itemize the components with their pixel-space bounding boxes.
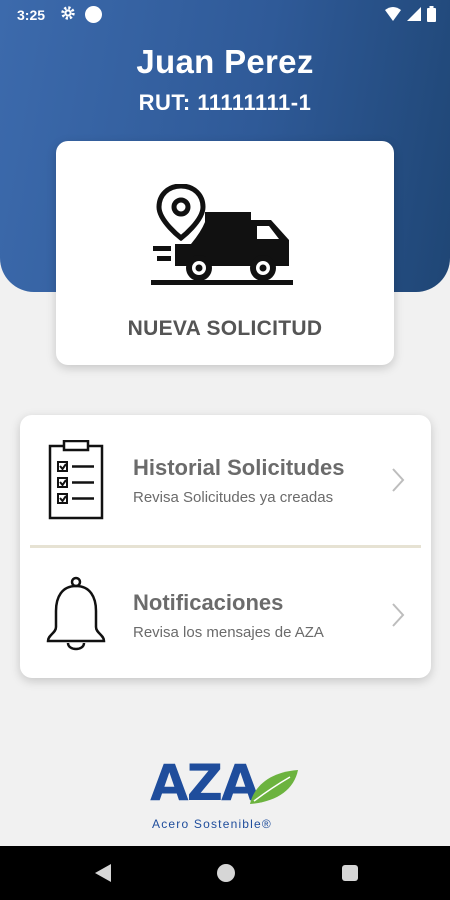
wifi-icon <box>385 7 401 24</box>
logo-tagline: Acero Sostenible® <box>152 817 272 831</box>
chevron-right-icon <box>392 603 405 627</box>
settings-gear-icon <box>60 5 76 24</box>
clipboard-checklist-icon <box>48 440 104 520</box>
status-bar: 3:25 <box>0 0 450 30</box>
user-name: Juan Perez <box>136 43 314 80</box>
aza-logo: AZA Acero Sostenible® <box>150 754 302 834</box>
menu-item-notifications-title: Notificaciones <box>133 590 284 615</box>
signal-icon <box>407 7 421 24</box>
status-time: 3:25 <box>17 7 46 23</box>
new-request-label: NUEVA SOLICITUD <box>127 317 323 340</box>
system-indicators <box>385 6 436 25</box>
back-icon[interactable] <box>93 862 113 884</box>
menu-item-notifications[interactable]: Notificaciones Revisa los mensajes de AZ… <box>20 548 431 678</box>
user-rut: RUT: 11111111-1 <box>138 90 312 115</box>
bell-icon <box>46 576 106 651</box>
menu-card: Historial Solicitudes Revisa Solicitudes… <box>20 415 431 678</box>
logo-wordmark: AZA <box>150 754 260 812</box>
delivery-truck-location-icon <box>151 184 293 285</box>
menu-item-history-subtitle: Revisa Solicitudes ya creadas <box>133 489 334 506</box>
menu-item-history-title: Historial Solicitudes <box>133 455 345 480</box>
notification-dot-icon <box>85 6 102 23</box>
recent-apps-icon[interactable] <box>342 865 358 881</box>
new-request-button[interactable]: NUEVA SOLICITUD <box>56 141 394 365</box>
menu-item-notifications-subtitle: Revisa los mensajes de AZA <box>133 624 324 641</box>
home-icon[interactable] <box>217 864 235 882</box>
menu-item-history[interactable]: Historial Solicitudes Revisa Solicitudes… <box>20 415 431 545</box>
chevron-right-icon <box>392 468 405 492</box>
leaf-icon <box>250 770 298 804</box>
system-nav-bar <box>0 846 450 900</box>
battery-icon <box>427 6 436 25</box>
